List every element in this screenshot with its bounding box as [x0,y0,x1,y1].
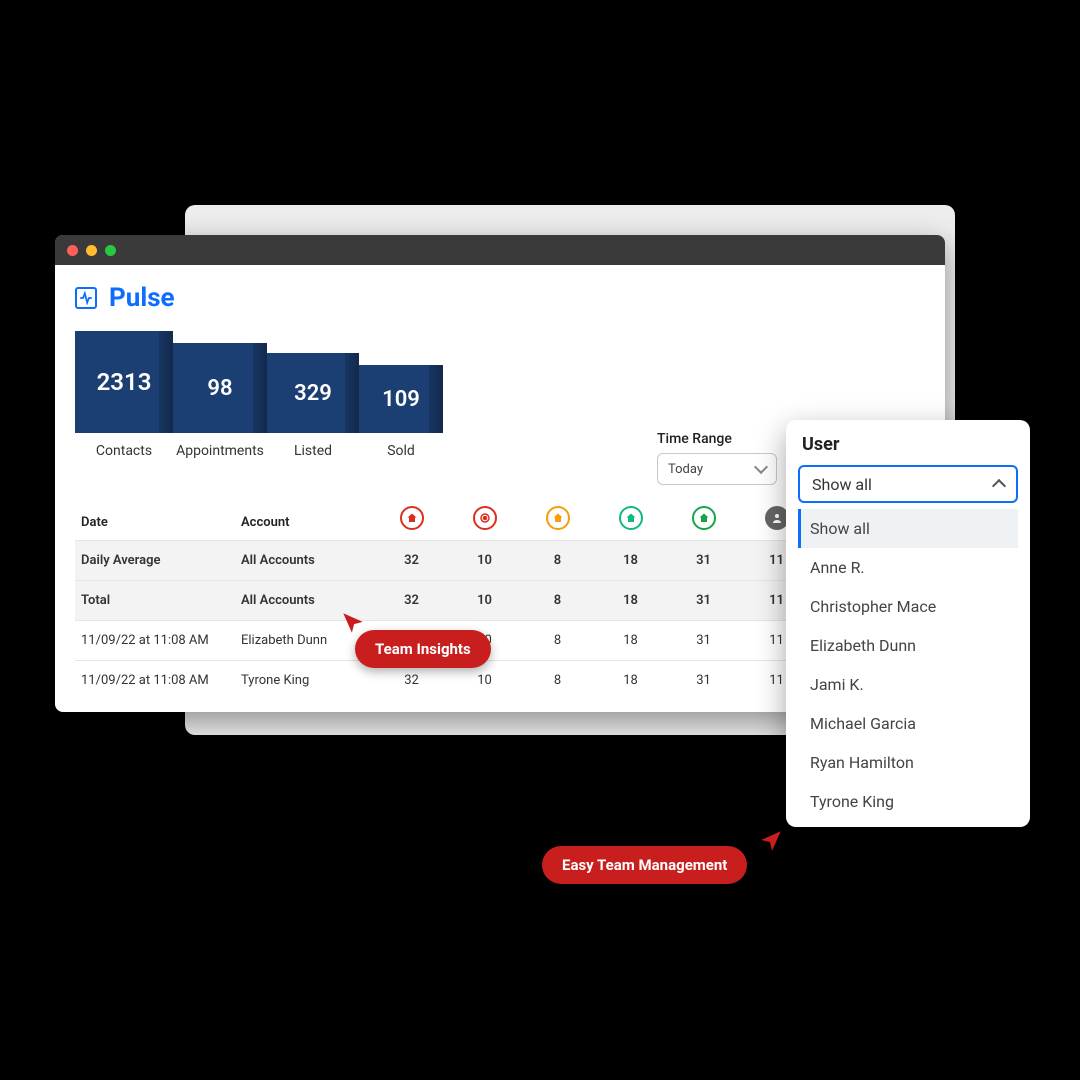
chevron-down-icon [754,460,768,474]
cell-value: 31 [667,581,740,621]
user-option[interactable]: Christopher Mace [798,587,1018,626]
window-maximize-icon[interactable] [105,245,116,256]
cell-value: 18 [594,541,667,581]
cell-value: 31 [667,661,740,701]
person-gray-icon [765,506,789,530]
user-option[interactable]: Anne R. [798,548,1018,587]
funnel-segment[interactable]: 329 Listed [267,353,359,459]
cell-value: 10 [448,581,521,621]
user-filter-value: Show all [812,475,872,494]
cell-account: Tyrone King [235,661,375,701]
user-option[interactable]: Show all [798,509,1018,548]
col-date[interactable]: Date [75,485,235,541]
window-close-icon[interactable] [67,245,78,256]
time-range-label: Time Range [657,431,777,447]
cell-value: 8 [521,541,594,581]
funnel-value: 98 [173,343,267,433]
funnel-value: 2313 [75,331,173,433]
funnel-segment[interactable]: 2313 Contacts [75,331,173,459]
user-filter-popover: User Show all Show allAnne R.Christopher… [786,420,1030,827]
cell-date: Total [75,581,235,621]
col-status-orange [521,485,594,541]
col-status-green [667,485,740,541]
brand-header: Pulse [75,283,925,313]
funnel-segment[interactable]: 109 Sold [359,365,443,459]
window-minimize-icon[interactable] [86,245,97,256]
time-range-value: Today [668,462,703,477]
cell-value: 31 [667,621,740,661]
user-option[interactable]: Tyrone King [798,782,1018,821]
user-option[interactable]: Elizabeth Dunn [798,626,1018,665]
user-option[interactable]: Michael Garcia [798,704,1018,743]
user-option[interactable]: Ryan Hamilton [798,743,1018,782]
target-red-icon [473,506,497,530]
col-account[interactable]: Account [235,485,375,541]
cell-value: 10 [448,541,521,581]
funnel-label: Listed [267,443,359,459]
user-filter-options: Show allAnne R.Christopher MaceElizabeth… [798,509,1018,821]
callout-team-insights: Team Insights [355,630,491,668]
cell-date: 11/09/22 at 11:08 AM [75,621,235,661]
funnel-value: 109 [359,365,443,433]
cell-value: 8 [521,661,594,701]
cell-date: 11/09/22 at 11:08 AM [75,661,235,701]
col-status-teal [594,485,667,541]
user-option[interactable]: Jami K. [798,665,1018,704]
time-range-select[interactable]: Today [657,453,777,485]
chevron-up-icon [992,479,1006,493]
funnel-label: Appointments [173,443,267,459]
user-filter-select[interactable]: Show all [798,465,1018,503]
house-orange-icon [546,506,570,530]
brand-name: Pulse [109,283,175,313]
cell-value: 8 [521,581,594,621]
cell-value: 32 [375,581,448,621]
col-status-red [375,485,448,541]
cell-value: 31 [667,541,740,581]
user-filter-label: User [798,434,1018,455]
funnel-segment[interactable]: 98 Appointments [173,343,267,459]
house-green-icon [692,506,716,530]
cell-account: All Accounts [235,541,375,581]
cell-value: 32 [375,541,448,581]
cell-date: Daily Average [75,541,235,581]
window-titlebar [55,235,945,265]
funnel-value: 329 [267,353,359,433]
time-range-control: Time Range Today [657,431,777,485]
col-status-red2 [448,485,521,541]
funnel-label: Contacts [75,443,173,459]
callout-team-management: Easy Team Management [542,846,747,884]
house-teal-icon [619,506,643,530]
pulse-logo-icon [75,287,97,309]
cell-value: 18 [594,581,667,621]
cell-value: 18 [594,621,667,661]
cell-value: 8 [521,621,594,661]
house-red-icon [400,506,424,530]
funnel-label: Sold [359,443,443,459]
cell-value: 18 [594,661,667,701]
